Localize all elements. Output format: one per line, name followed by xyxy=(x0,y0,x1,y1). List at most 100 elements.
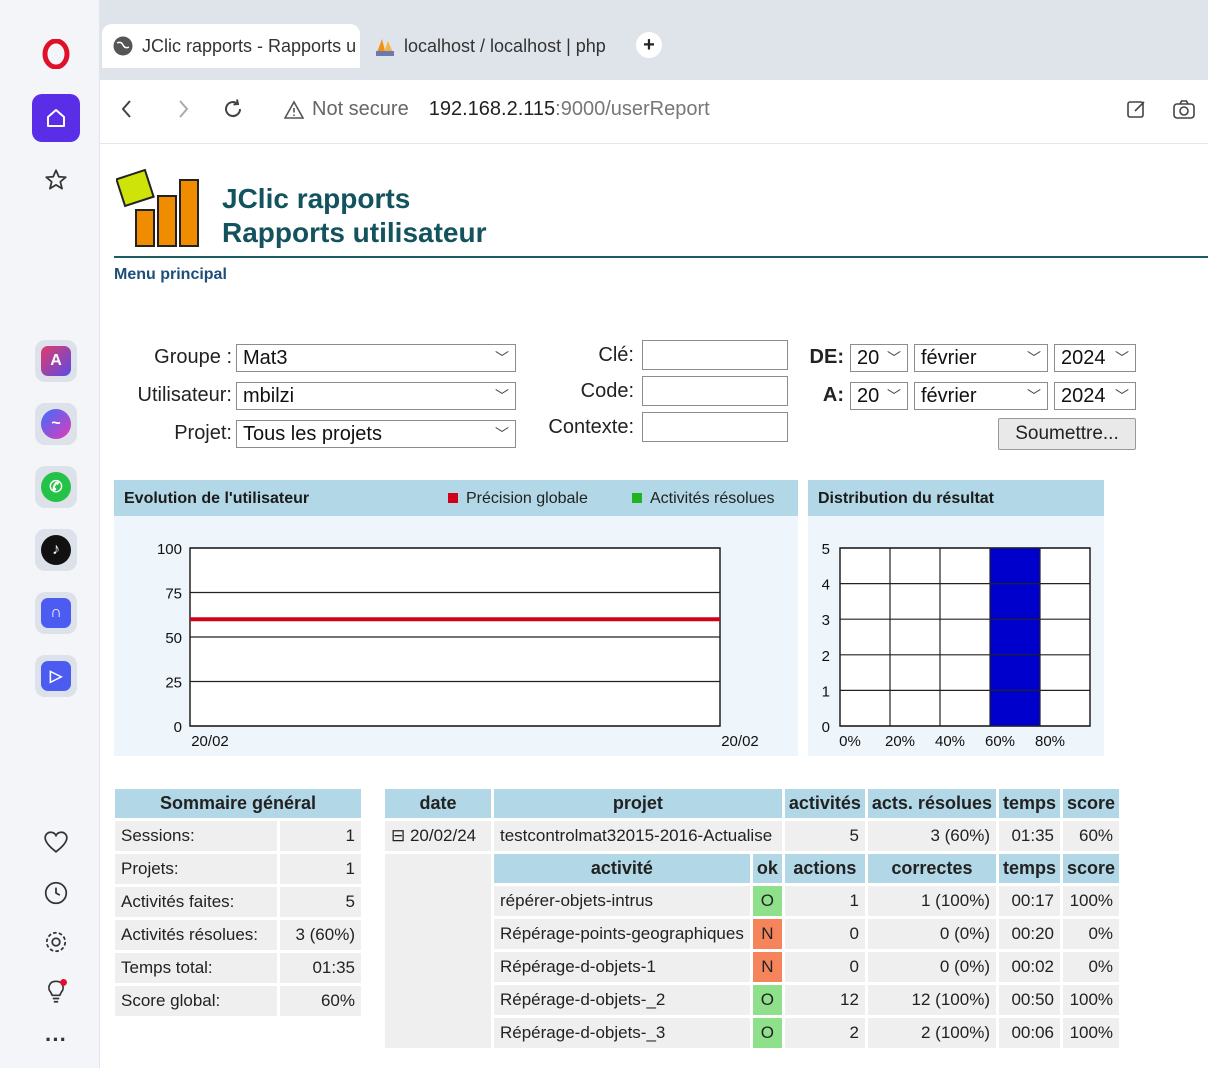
url-path: :9000/userReport xyxy=(555,98,710,120)
summary-value: 1 xyxy=(280,854,361,884)
url-field[interactable]: Not secure 192.168.2.115:9000/userReport xyxy=(284,98,710,121)
activity-temps: 00:06 xyxy=(998,1018,1060,1048)
de-year-select[interactable]: 2024 ﹀ xyxy=(1054,344,1136,372)
x-tick-label: 40% xyxy=(935,733,965,750)
history-clock-icon[interactable] xyxy=(40,877,72,909)
a-day-select[interactable]: 20 ﹀ xyxy=(850,382,908,410)
activity-row: répérer-objets-intrus O 1 1 (100%) 00:17 100% xyxy=(385,886,1120,916)
session-row: ⊟ 20/02/24 testcontrolmat32015-2016-Actu… xyxy=(385,821,1120,851)
activity-row: Répérage-d-objets-_2 O 12 12 (100%) 00:50 100… xyxy=(385,985,1120,1015)
browser-window: A ~ ✆ ♪ ∩ ▷ ··· JClic rapports - Rapport… xyxy=(0,0,1208,1068)
legend-precision-swatch xyxy=(448,493,458,503)
player-icon[interactable]: ▷ xyxy=(35,655,77,697)
a-month-select[interactable]: février ﹀ xyxy=(914,382,1048,410)
activity-correctes: 0 (0%) xyxy=(867,952,996,982)
activity-row: Répérage-d-objets-1 N 0 0 (0%) 00:02 0% xyxy=(385,952,1120,982)
legend-activites-swatch xyxy=(632,493,642,503)
page-title: JClic rapports Rapports utilisateur xyxy=(222,182,486,250)
a-year-select[interactable]: 2024 ﹀ xyxy=(1054,382,1136,410)
cle-input[interactable] xyxy=(642,340,788,370)
opera-logo-icon[interactable] xyxy=(32,30,80,78)
y-tick-label: 2 xyxy=(822,648,830,665)
url-host: 192.168.2.115 xyxy=(428,98,556,120)
bookmarks-star-icon[interactable] xyxy=(40,164,72,196)
heart-icon[interactable] xyxy=(40,826,72,858)
de-day-value: 20 xyxy=(857,347,880,369)
activity-score: 100% xyxy=(1063,886,1120,916)
code-input[interactable] xyxy=(642,376,788,406)
reload-icon[interactable] xyxy=(222,98,244,126)
de-month-select[interactable]: février ﹀ xyxy=(914,344,1048,372)
new-tab-button[interactable]: + xyxy=(636,32,662,58)
summary-value: 60% xyxy=(280,986,361,1016)
tips-bulb-icon[interactable] xyxy=(40,975,72,1007)
summary-value: 3 (60%) xyxy=(280,920,361,950)
chevron-down-icon: ﹀ xyxy=(1027,350,1041,366)
tab-label: localhost / localhost | php xyxy=(404,35,606,56)
title-line-1: JClic rapports xyxy=(222,183,411,214)
camera-icon[interactable] xyxy=(1172,98,1196,126)
chevron-down-icon: ﹀ xyxy=(887,388,901,404)
groupe-label: Groupe : xyxy=(154,346,232,368)
de-year-value: 2024 xyxy=(1061,347,1106,369)
activity-score: 0% xyxy=(1063,919,1120,949)
tiktok-icon[interactable]: ♪ xyxy=(35,529,77,571)
y-tick-label: 1 xyxy=(822,683,830,700)
soumettre-button[interactable]: Soumettre... xyxy=(998,418,1136,450)
x-tick-label: 20/02 xyxy=(191,733,229,750)
back-icon[interactable] xyxy=(120,98,134,126)
x-tick-label: 80% xyxy=(1035,733,1065,750)
col-correctes: correctes xyxy=(867,854,996,883)
y-tick-label: 0 xyxy=(822,719,830,736)
distribution-bar xyxy=(990,548,1040,726)
col-projet: projet xyxy=(494,789,782,818)
summary-label: Activités résolues: xyxy=(115,920,277,950)
messenger-icon[interactable]: ~ xyxy=(35,403,77,445)
menu-principal-link[interactable]: Menu principal xyxy=(114,266,227,284)
summary-label: Projets: xyxy=(115,854,277,884)
activity-actions: 2 xyxy=(784,1018,865,1048)
de-day-select[interactable]: 20 ﹀ xyxy=(850,344,908,372)
music-player-icon[interactable]: ∩ xyxy=(35,592,77,634)
tab-jclic-rapports[interactable]: JClic rapports - Rapports u xyxy=(102,24,360,68)
activity-name: répérer-objets-intrus xyxy=(494,886,750,916)
summary-row: Activités faites: 5 xyxy=(115,887,361,917)
home-icon[interactable] xyxy=(32,94,80,142)
legend-activites: Activités résolues xyxy=(632,490,775,508)
de-label: DE: xyxy=(809,346,844,368)
aria-icon[interactable]: A xyxy=(35,340,77,382)
activity-name: Répérage-d-objets-_2 xyxy=(494,985,750,1015)
browser-sidebar: A ~ ✆ ♪ ∩ ▷ ··· xyxy=(0,0,100,1068)
x-tick-label: 20/02 xyxy=(721,733,759,750)
session-detail-table: date projet activités acts. résolues tem… xyxy=(382,786,1122,1051)
evolution-chart-panel: Evolution de l'utilisateur Précision glo… xyxy=(114,480,798,756)
activity-score: 100% xyxy=(1063,1018,1120,1048)
distribution-chart-panel: Distribution du résultat 5 4 3 2 1 0 0% 20% 40% 6… xyxy=(808,480,1104,756)
forward-icon[interactable] xyxy=(176,98,190,126)
y-tick-label: 3 xyxy=(822,612,830,629)
more-dots-icon[interactable]: ··· xyxy=(40,1024,72,1056)
groupe-select[interactable]: Mat3 ﹀ xyxy=(236,344,516,372)
distribution-chart-header: Distribution du résultat xyxy=(808,480,1104,516)
projet-select[interactable]: Tous les projets ﹀ xyxy=(236,420,516,448)
tab-phpmyadmin[interactable]: localhost / localhost | php xyxy=(364,24,624,68)
x-tick-label: 20% xyxy=(885,733,915,750)
title-line-2: Rapports utilisateur xyxy=(222,217,487,248)
page-content: JClic rapports Rapports utilisateur Menu… xyxy=(100,146,1208,1068)
contexte-input[interactable] xyxy=(642,412,788,442)
y-tick-label: 100 xyxy=(157,541,182,558)
whatsapp-icon[interactable]: ✆ xyxy=(35,466,77,508)
legend-precision-label: Précision globale xyxy=(466,490,588,507)
activity-row: Répérage-d-objets-_3 O 2 2 (100%) 00:06 100% xyxy=(385,1018,1120,1048)
summary-row: Activités résolues: 3 (60%) xyxy=(115,920,361,950)
address-bar: Not secure 192.168.2.115:9000/userReport xyxy=(100,80,1208,144)
summary-header: Sommaire général xyxy=(115,789,361,818)
summary-table: Sommaire général Sessions: 1 Projets: 1 Acti… xyxy=(112,786,364,1019)
evolution-chart-header: Evolution de l'utilisateur Précision glo… xyxy=(114,480,798,516)
utilisateur-select[interactable]: mbilzi ﹀ xyxy=(236,382,516,410)
phpmyadmin-icon xyxy=(376,39,394,56)
snap-edit-icon[interactable] xyxy=(1126,98,1148,126)
settings-gear-icon[interactable] xyxy=(40,926,72,958)
session-date-toggle[interactable]: ⊟ 20/02/24 xyxy=(385,821,491,851)
de-month-value: février xyxy=(921,347,977,369)
